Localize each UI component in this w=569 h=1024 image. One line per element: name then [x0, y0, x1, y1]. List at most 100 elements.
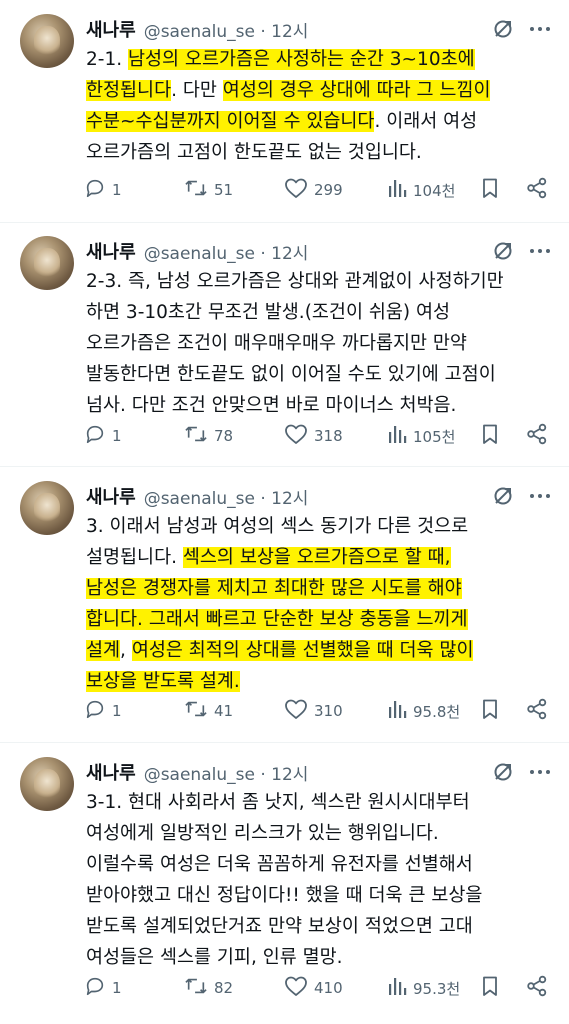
- repost-button[interactable]: 41: [184, 698, 233, 724]
- grok-icon[interactable]: [491, 484, 515, 508]
- handle-and-time[interactable]: @saenalu_se · 12시: [144, 239, 309, 264]
- reply-button[interactable]: 1: [84, 698, 122, 724]
- tweet-actions: 1 82 410 95.3천: [84, 975, 554, 1001]
- bookmark-button[interactable]: [480, 423, 500, 449]
- share-icon: [526, 975, 548, 1001]
- tweet-text-line: 2-3. 즉, 남성 오르가즘은 상대와 관계없이 사정하기만: [86, 266, 552, 297]
- share-icon: [526, 698, 548, 724]
- reply-button[interactable]: 1: [84, 177, 122, 203]
- tweet-text-segment: 여성에게 일방적인 리스크가 있는 행위입니다.: [86, 823, 439, 844]
- bookmark-button[interactable]: [480, 177, 500, 203]
- like-button[interactable]: 410: [284, 975, 343, 1001]
- views-button[interactable]: 105천: [387, 423, 455, 449]
- tweet-text: 3. 이래서 남성과 여성의 섹스 동기가 다른 것으로설명됩니다. 섹스의 보…: [86, 511, 552, 697]
- highlighted-text: 여성은 최적의 상대를 선별했을 때 더욱 많이: [131, 640, 474, 661]
- share-button[interactable]: [526, 698, 548, 724]
- tweet-text-line: 수분~수십분까지 이어질 수 있습니다. 이래서 여성: [86, 106, 552, 137]
- reply-button[interactable]: 1: [84, 975, 122, 1001]
- like-button[interactable]: 318: [284, 423, 343, 449]
- views-button[interactable]: 95.8천: [387, 698, 460, 724]
- more-options-icon[interactable]: [528, 760, 552, 784]
- tweet-text-segment: 하면 3-10초간 무조건 발생.(조건이 쉬움) 여성: [86, 302, 451, 323]
- tweet-text-line: 오르가즘의 고점이 한도끝도 없는 것입니다.: [86, 137, 552, 168]
- reply-count: 1: [112, 979, 122, 997]
- tweet-text-line: 받아야했고 대신 정답이다!! 했을 때 더욱 큰 보상을: [86, 880, 552, 911]
- highlighted-text: 보상을 받도록 설계.: [86, 671, 240, 692]
- divider: [0, 466, 569, 467]
- tweet-text: 2-3. 즉, 남성 오르가즘은 상대와 관계없이 사정하기만하면 3-10초간…: [86, 266, 552, 421]
- heart-icon: [284, 698, 314, 724]
- repost-button[interactable]: 82: [184, 975, 233, 1001]
- share-button[interactable]: [526, 975, 548, 1001]
- view-count: 104천: [413, 181, 456, 200]
- more-options-icon[interactable]: [528, 17, 552, 41]
- grok-icon[interactable]: [491, 17, 515, 41]
- reply-count: 1: [112, 702, 122, 720]
- view-count: 95.3천: [413, 979, 461, 998]
- repost-button[interactable]: 51: [184, 177, 233, 203]
- repost-icon: [184, 177, 214, 203]
- tweet-text-line: 설명됩니다. 섹스의 보상을 오르가즘으로 할 때,: [86, 542, 552, 573]
- tweet-text-line: 설계, 여성은 최적의 상대를 선별했을 때 더욱 많이: [86, 635, 552, 666]
- repost-icon: [184, 975, 214, 1001]
- share-button[interactable]: [526, 177, 548, 203]
- bookmark-button[interactable]: [480, 975, 500, 1001]
- reply-button[interactable]: 1: [84, 423, 122, 449]
- tweet-header: 새나루 @saenalu_se · 12시: [86, 759, 308, 785]
- repost-count: 51: [214, 181, 234, 199]
- bookmark-icon: [480, 975, 500, 1001]
- tweet-text-line: 받도록 설계되었단거죠 만약 보상이 적었으면 고대: [86, 911, 552, 942]
- like-button[interactable]: 310: [284, 698, 343, 724]
- views-button[interactable]: 104천: [387, 177, 455, 203]
- display-name[interactable]: 새나루: [86, 759, 136, 785]
- handle-and-time[interactable]: @saenalu_se · 12시: [144, 17, 309, 42]
- repost-count: 78: [214, 427, 234, 445]
- like-button[interactable]: 299: [284, 177, 343, 203]
- display-name[interactable]: 새나루: [86, 483, 136, 509]
- tweet-text-segment: 오르가즘의 고점이 한도끝도 없는 것입니다.: [86, 142, 422, 163]
- views-button[interactable]: 95.3천: [387, 975, 460, 1001]
- reply-icon: [84, 177, 112, 203]
- display-name[interactable]: 새나루: [86, 238, 136, 264]
- avatar[interactable]: [20, 757, 74, 811]
- tweet-header: 새나루 @saenalu_se · 12시: [86, 238, 308, 264]
- highlighted-text: 섹스의 보상을 오르가즘으로 할 때,: [182, 547, 451, 568]
- tweet-text: 3-1. 현대 사회라서 좀 낫지, 섹스란 원시시대부터 여성에게 일방적인 리…: [86, 787, 552, 973]
- highlighted-text: 남성의 오르가즘은 사정하는 순간 3~10초에: [127, 49, 475, 70]
- handle-and-time[interactable]: @saenalu_se · 12시: [144, 484, 309, 509]
- bookmark-icon: [480, 177, 500, 203]
- grok-icon[interactable]: [491, 760, 515, 784]
- bookmark-button[interactable]: [480, 698, 500, 724]
- like-count: 299: [314, 181, 343, 199]
- heart-icon: [284, 423, 314, 449]
- tweet-text-segment: . 다만: [171, 80, 223, 101]
- avatar[interactable]: [20, 14, 74, 68]
- more-options-icon[interactable]: [528, 239, 552, 263]
- highlighted-text: 합니다. 그래서 빠르고 단순한 보상 충동을 느끼게: [86, 609, 468, 630]
- tweet-actions: 1 78 318 105천: [84, 423, 554, 449]
- grok-icon[interactable]: [491, 239, 515, 263]
- handle-and-time[interactable]: @saenalu_se · 12시: [144, 760, 309, 785]
- like-count: 410: [314, 979, 343, 997]
- avatar[interactable]: [20, 236, 74, 290]
- divider: [0, 222, 569, 223]
- repost-button[interactable]: 78: [184, 423, 233, 449]
- tweet-actions: 1 41 310 95.8천: [84, 698, 554, 724]
- divider: [0, 742, 569, 743]
- reply-icon: [84, 975, 112, 1001]
- display-name[interactable]: 새나루: [86, 16, 136, 42]
- highlighted-text: 설계: [86, 640, 121, 661]
- tweet-text-line: 발동한다면 한도끝도 없이 이어질 수도 있기에 고점이: [86, 359, 552, 390]
- tweet-text-line: 3. 이래서 남성과 여성의 섹스 동기가 다른 것으로: [86, 511, 552, 542]
- avatar[interactable]: [20, 481, 74, 535]
- share-button[interactable]: [526, 423, 548, 449]
- tweet-text-segment: 설명됩니다.: [86, 547, 183, 568]
- more-options-icon[interactable]: [528, 484, 552, 508]
- tweet-text-segment: 이럴수록 여성은 더욱 꼼꼼하게 유전자를 선별해서: [86, 854, 473, 875]
- tweet-text-segment: 3. 이래서 남성과 여성의 섹스 동기가 다른 것으로: [86, 516, 469, 537]
- repost-icon: [184, 423, 214, 449]
- tweet-text-segment: 받도록 설계되었단거죠 만약 보상이 적었으면 고대: [86, 916, 473, 937]
- tweet-text-segment: 여성들은 섹스를 기피, 인류 멸망.: [86, 947, 343, 968]
- tweet-text-line: 오르가즘은 조건이 매우매우매우 까다롭지만 만약: [86, 328, 552, 359]
- tweet-text-segment: 넘사. 다만 조건 안맞으면 바로 마이너스 처박음.: [86, 395, 457, 416]
